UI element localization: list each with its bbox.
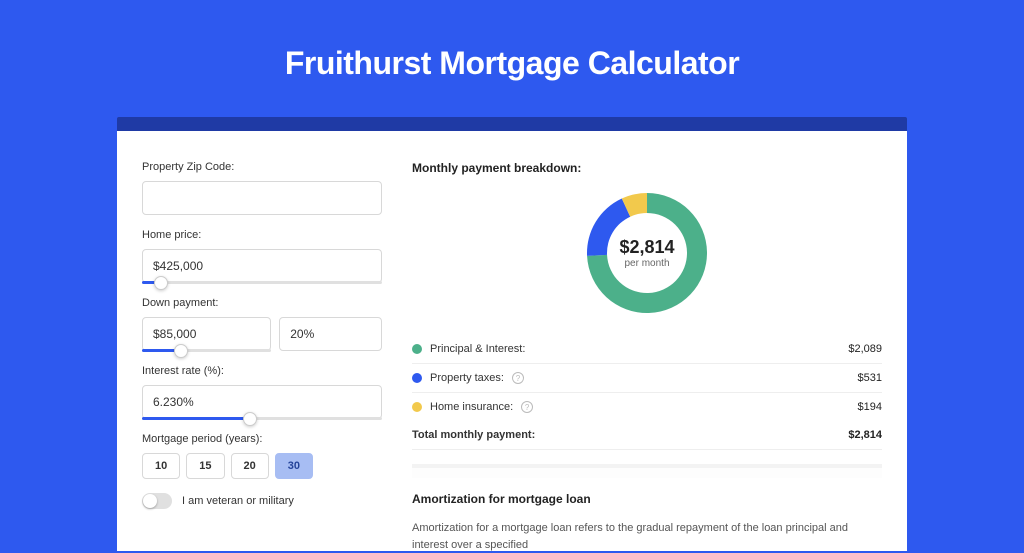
page-title-bar: Fruithurst Mortgage Calculator bbox=[0, 45, 1024, 82]
breakdown-row-value: $531 bbox=[858, 372, 882, 384]
legend-dot-icon bbox=[412, 402, 422, 412]
period-button-15[interactable]: 15 bbox=[186, 453, 224, 479]
price-slider-track[interactable] bbox=[142, 281, 382, 284]
breakdown-row-left: Principal & Interest: bbox=[412, 343, 525, 355]
price-field-group: Home price: bbox=[142, 229, 382, 283]
total-value: $2,814 bbox=[848, 429, 882, 441]
donut-chart: $2,814 per month bbox=[583, 189, 711, 317]
period-button-10[interactable]: 10 bbox=[142, 453, 180, 479]
down-slider-thumb[interactable] bbox=[174, 344, 188, 358]
breakdown-row-label: Principal & Interest: bbox=[430, 343, 525, 355]
down-input-wrap bbox=[142, 317, 271, 351]
info-icon[interactable]: ? bbox=[521, 401, 533, 413]
rate-label: Interest rate (%): bbox=[142, 365, 382, 377]
price-slider-thumb[interactable] bbox=[154, 276, 168, 290]
donut-center: $2,814 per month bbox=[583, 189, 711, 317]
rate-input-wrap bbox=[142, 385, 382, 419]
donut-sub: per month bbox=[624, 258, 669, 269]
breakdown-row: Home insurance:? $194 bbox=[412, 393, 882, 421]
price-input[interactable] bbox=[142, 249, 382, 283]
veteran-label: I am veteran or military bbox=[182, 495, 294, 507]
card-shadow: Property Zip Code: Home price: Down paym… bbox=[117, 117, 907, 497]
amortization-title: Amortization for mortgage loan bbox=[412, 492, 882, 506]
breakdown-title: Monthly payment breakdown: bbox=[412, 161, 882, 175]
zip-field-group: Property Zip Code: bbox=[142, 161, 382, 215]
breakdown-row-left: Home insurance:? bbox=[412, 401, 533, 413]
veteran-toggle-dot bbox=[143, 494, 157, 508]
breakdown-row-left: Property taxes:? bbox=[412, 372, 524, 384]
period-field-group: Mortgage period (years): 1015 2030 bbox=[142, 433, 382, 479]
breakdown-row: Property taxes:? $531 bbox=[412, 364, 882, 393]
down-field-group: Down payment: bbox=[142, 297, 382, 351]
amortization-card: Amortization for mortgage loan Amortizat… bbox=[412, 468, 882, 553]
period-button-30[interactable]: 30 bbox=[275, 453, 313, 479]
veteran-toggle-row: I am veteran or military bbox=[142, 493, 382, 509]
total-row: Total monthly payment: $2,814 bbox=[412, 421, 882, 450]
total-label: Total monthly payment: bbox=[412, 429, 535, 441]
period-button-group: 1015 2030 bbox=[142, 453, 382, 479]
donut-amount: $2,814 bbox=[619, 237, 674, 258]
calculator-card: Property Zip Code: Home price: Down paym… bbox=[117, 131, 907, 551]
breakdown-row-label: Property taxes: bbox=[430, 372, 504, 384]
period-button-20[interactable]: 20 bbox=[231, 453, 269, 479]
info-icon[interactable]: ? bbox=[512, 372, 524, 384]
price-input-wrap bbox=[142, 249, 382, 283]
price-label: Home price: bbox=[142, 229, 382, 241]
breakdown-row-label: Home insurance: bbox=[430, 401, 513, 413]
veteran-toggle[interactable] bbox=[142, 493, 172, 509]
rate-slider-thumb[interactable] bbox=[243, 412, 257, 426]
legend-dot-icon bbox=[412, 344, 422, 354]
breakdown-list: Principal & Interest: $2,089 Property taxe… bbox=[412, 335, 882, 421]
page-title: Fruithurst Mortgage Calculator bbox=[0, 45, 1024, 82]
breakdown-row-value: $194 bbox=[858, 401, 882, 413]
rate-field-group: Interest rate (%): bbox=[142, 365, 382, 419]
down-input[interactable] bbox=[142, 317, 271, 351]
breakdown-column: Monthly payment breakdown: $2,814 per mo… bbox=[412, 161, 882, 551]
zip-label: Property Zip Code: bbox=[142, 161, 382, 173]
form-column: Property Zip Code: Home price: Down paym… bbox=[142, 161, 382, 551]
breakdown-row-value: $2,089 bbox=[848, 343, 882, 355]
amortization-text: Amortization for a mortgage loan refers … bbox=[412, 520, 882, 553]
rate-input[interactable] bbox=[142, 385, 382, 419]
legend-dot-icon bbox=[412, 373, 422, 383]
period-label: Mortgage period (years): bbox=[142, 433, 382, 445]
zip-input[interactable] bbox=[142, 181, 382, 215]
donut-chart-wrap: $2,814 per month bbox=[412, 189, 882, 317]
rate-slider-fill bbox=[142, 417, 250, 420]
breakdown-row: Principal & Interest: $2,089 bbox=[412, 335, 882, 364]
down-label: Down payment: bbox=[142, 297, 382, 309]
down-pct-input[interactable] bbox=[279, 317, 382, 351]
